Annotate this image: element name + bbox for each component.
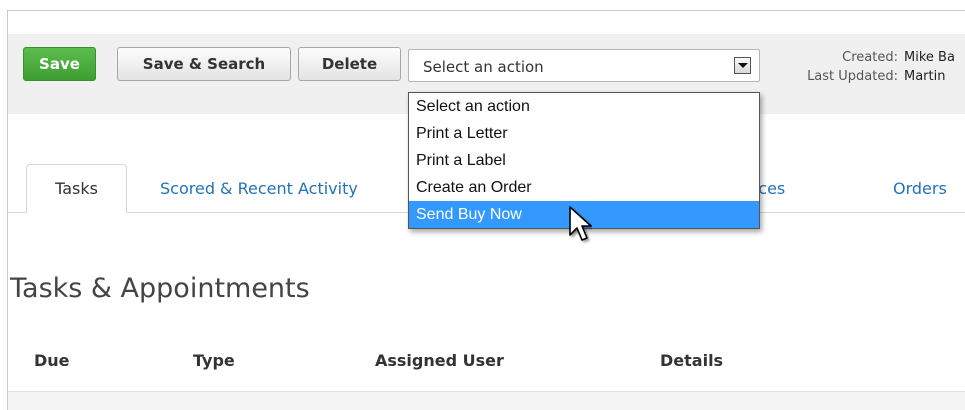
mouse-pointer-icon <box>569 206 592 241</box>
chevron-down-icon <box>738 63 748 68</box>
created-label: Created: <box>842 50 898 65</box>
created-value: Mike Ba <box>904 50 955 65</box>
tab-tasks[interactable]: Tasks <box>26 164 127 213</box>
action-select-value: Select an action <box>423 58 544 76</box>
updated-value: Martin <box>904 69 946 84</box>
dropdown-arrow-button[interactable] <box>734 57 751 74</box>
updated-label: Last Updated: <box>807 69 898 84</box>
column-header-details[interactable]: Details <box>660 351 723 370</box>
tab-scored-recent-activity[interactable]: Scored & Recent Activity <box>160 164 358 212</box>
save-button[interactable]: Save <box>23 47 96 81</box>
save-and-search-button[interactable]: Save & Search <box>117 47 291 81</box>
action-option-create-order[interactable]: Create an Order <box>409 174 759 201</box>
tab-orders[interactable]: Orders <box>893 164 947 212</box>
record-meta: Created: Mike Ba Last Updated: Martin <box>773 48 965 86</box>
action-option-print-letter[interactable]: Print a Letter <box>409 120 759 147</box>
column-header-due[interactable]: Due <box>34 351 70 370</box>
section-title: Tasks & Appointments <box>10 273 310 304</box>
table-header: Due Type Assigned User Details <box>8 341 965 392</box>
main-frame: Save Save & Search Delete Select an acti… <box>7 10 965 410</box>
action-select[interactable]: Select an action <box>408 49 760 82</box>
column-header-assigned-user[interactable]: Assigned User <box>375 351 504 370</box>
action-option-print-label[interactable]: Print a Label <box>409 147 759 174</box>
action-option-select[interactable]: Select an action <box>409 93 759 120</box>
delete-button[interactable]: Delete <box>298 47 401 81</box>
table-row <box>8 392 965 410</box>
column-header-type[interactable]: Type <box>193 351 235 370</box>
